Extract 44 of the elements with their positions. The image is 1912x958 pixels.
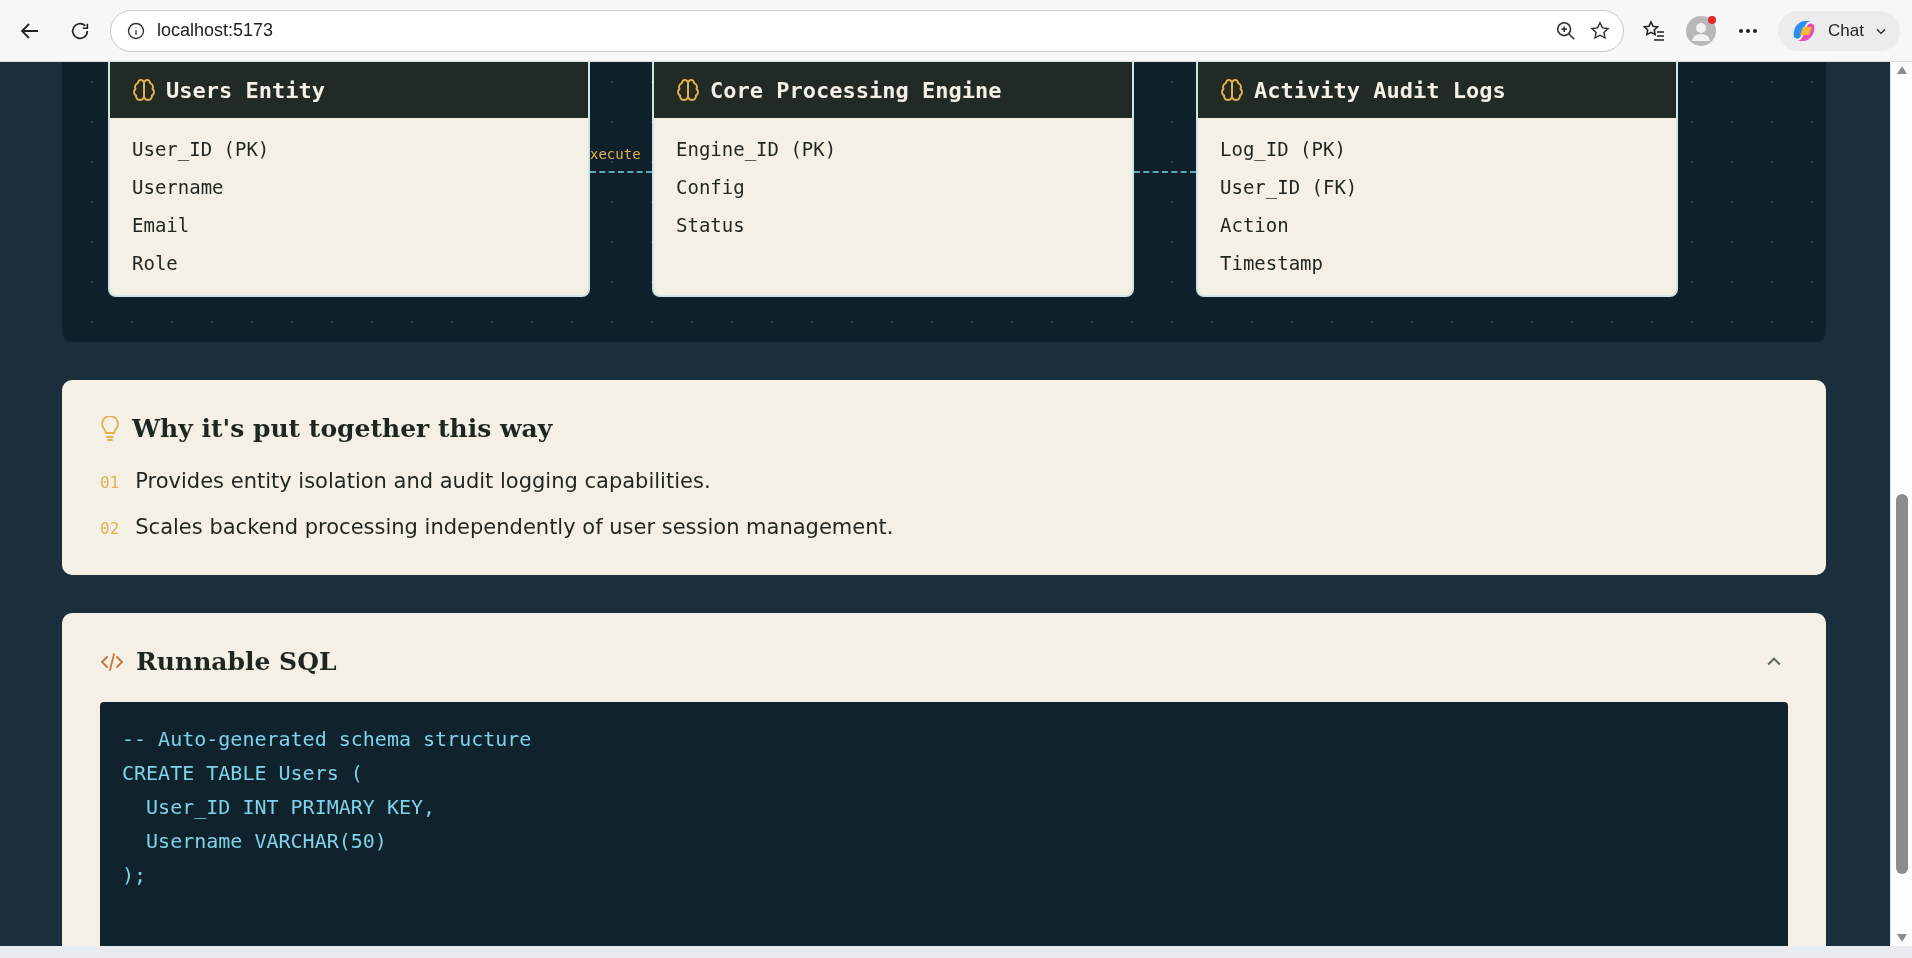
address-bar[interactable]: localhost:5173 (110, 9, 1625, 52)
entity-field: Engine_ID (PK) (676, 130, 1110, 168)
entity-field: Status (676, 206, 1110, 244)
chat-button[interactable]: Chat (1778, 10, 1900, 51)
info-icon (127, 21, 145, 40)
section-title: Runnable SQL (136, 647, 338, 676)
code-line: CREATE TABLE Users ( (122, 760, 364, 787)
code-icon (100, 650, 124, 673)
code-line: Username VARCHAR(50) (145, 828, 388, 855)
scroll-down-icon[interactable] (1896, 934, 1907, 942)
entity-field: User_ID (FK) (1220, 168, 1654, 206)
entity-field: Config (676, 168, 1110, 206)
entity-field: Role (132, 244, 566, 282)
entity-field: User_ID (PK) (132, 130, 566, 168)
entity-field: Action (1220, 206, 1654, 244)
entity-title: Core Processing Engine (710, 77, 1002, 103)
brain-icon (676, 78, 700, 102)
item-number: 01 (100, 473, 120, 492)
star-icon[interactable] (1589, 19, 1612, 42)
code-line: User_ID INT PRIMARY KEY, (145, 794, 437, 821)
brain-icon (132, 78, 156, 102)
favorites-icon (1642, 18, 1667, 43)
item-text: Scales backend processing independently of user session management. (135, 515, 894, 539)
code-line: -- Auto-generated schema structure (122, 726, 533, 753)
entity-field: Log_ID (PK) (1220, 130, 1654, 168)
profile-avatar[interactable] (1684, 13, 1719, 48)
code-line: ); (122, 862, 148, 889)
notification-dot (1708, 15, 1717, 24)
entity-title: Users Entity (166, 77, 325, 103)
entity-field: Email (132, 206, 566, 244)
address-text: localhost:5173 (157, 20, 275, 41)
more-icon (1738, 27, 1759, 34)
brain-icon (1220, 78, 1244, 102)
section-title: Why it's put together this way (132, 414, 554, 443)
scroll-up-icon[interactable] (1896, 66, 1907, 74)
zoom-icon[interactable] (1555, 19, 1578, 42)
entity-field: Timestamp (1220, 244, 1654, 282)
lightbulb-icon (100, 415, 120, 442)
connector-label: xecute (590, 146, 641, 162)
entity-field: Username (132, 168, 566, 206)
scrollbar-thumb[interactable] (1895, 494, 1908, 874)
item-text: Provides entity isolation and audit logging capabilities. (135, 469, 711, 493)
entity-title: Activity Audit Logs (1254, 77, 1506, 103)
item-number: 02 (100, 519, 120, 538)
